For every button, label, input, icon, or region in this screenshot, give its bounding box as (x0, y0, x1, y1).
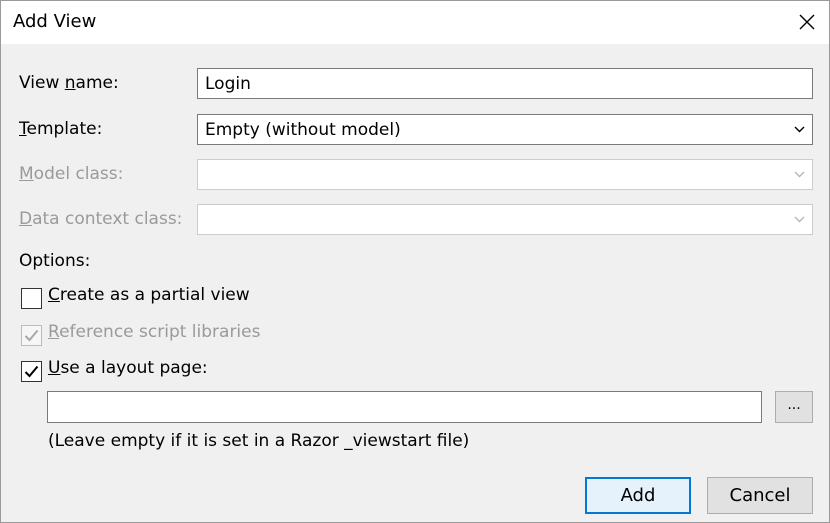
partial-view-label[interactable]: Create as a partial view (48, 285, 250, 305)
close-button[interactable] (789, 5, 825, 39)
model-class-select (197, 159, 813, 190)
browse-button[interactable]: ... (775, 391, 813, 423)
view-name-input[interactable]: Login (197, 68, 813, 99)
chevron-down-icon (789, 205, 809, 234)
chevron-down-icon (789, 160, 809, 189)
chevron-down-icon (789, 115, 809, 144)
template-value: Empty (without model) (205, 120, 401, 140)
partial-view-checkbox[interactable] (21, 288, 42, 309)
add-button[interactable]: Add (585, 477, 691, 514)
options-heading: Options: (19, 251, 91, 271)
view-name-value: Login (205, 74, 251, 94)
checkmark-icon (24, 329, 39, 342)
dialog-title: Add View (13, 11, 97, 32)
template-label: Template: (19, 119, 103, 139)
layout-hint: (Leave empty if it is set in a Razor _vi… (48, 431, 470, 451)
layout-page-input[interactable] (47, 391, 762, 423)
add-view-dialog: Add View View name: Login Template: Empt… (0, 0, 830, 523)
template-select[interactable]: Empty (without model) (197, 114, 813, 145)
data-context-label: Data context class: (19, 209, 183, 229)
view-name-label: View name: (19, 73, 119, 93)
layout-page-label[interactable]: Use a layout page: (48, 358, 208, 378)
title-bar: Add View (1, 1, 829, 44)
reference-scripts-label: Reference script libraries (48, 322, 261, 342)
cancel-button[interactable]: Cancel (707, 477, 813, 514)
close-icon (799, 14, 815, 30)
layout-page-checkbox[interactable] (21, 361, 42, 382)
reference-scripts-checkbox (21, 325, 42, 346)
checkmark-icon (24, 365, 39, 378)
data-context-select (197, 204, 813, 235)
model-class-label: Model class: (19, 164, 124, 184)
